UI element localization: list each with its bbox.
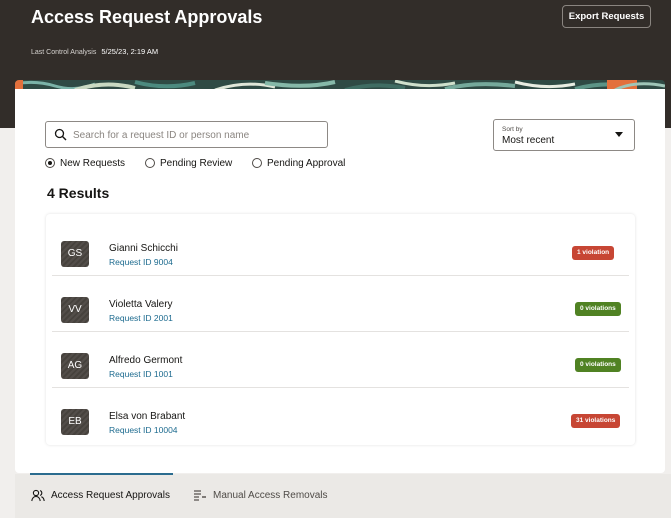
active-tab-indicator bbox=[30, 473, 173, 475]
violation-badge: 31 violations bbox=[571, 414, 621, 428]
request-row[interactable]: GS Gianni Schicchi Request ID 9004 1 vio… bbox=[46, 220, 635, 276]
filter-new-requests[interactable]: New Requests bbox=[45, 156, 125, 170]
requester-name: Violetta Valery bbox=[109, 299, 173, 310]
search-icon bbox=[54, 128, 67, 141]
tab-access-request-approvals[interactable]: Access Request Approvals bbox=[31, 487, 170, 503]
results-count: 4 Results bbox=[47, 185, 110, 201]
violation-badge: 1 violation bbox=[572, 246, 615, 260]
page-title: Access Request Approvals bbox=[31, 7, 263, 27]
avatar: AG bbox=[61, 353, 89, 379]
export-requests-button[interactable]: Export Requests bbox=[562, 5, 651, 28]
request-id-link[interactable]: Request ID 1001 bbox=[109, 369, 173, 379]
request-list: GS Gianni Schicchi Request ID 9004 1 vio… bbox=[46, 214, 635, 445]
request-row[interactable]: VV Violetta Valery Request ID 2001 0 vio… bbox=[46, 276, 635, 332]
request-id-link[interactable]: Request ID 10004 bbox=[109, 425, 178, 435]
filter-label: New Requests bbox=[60, 157, 126, 169]
avatar: GS bbox=[61, 241, 89, 267]
request-id-link[interactable]: Request ID 9004 bbox=[109, 257, 173, 267]
last-analysis-value: 5/25/23, 2:19 AM bbox=[101, 47, 159, 56]
search-input[interactable] bbox=[73, 126, 323, 144]
radio-unselected-icon[interactable] bbox=[252, 158, 262, 168]
filter-pending-approval[interactable]: Pending Approval bbox=[252, 156, 345, 170]
request-row[interactable]: EB Elsa von Brabant Request ID 10004 31 … bbox=[46, 388, 635, 444]
tab-label: Access Request Approvals bbox=[51, 489, 170, 501]
sort-select[interactable]: Sort by Most recent bbox=[493, 119, 635, 151]
tab-label: Manual Access Removals bbox=[213, 489, 328, 501]
tab-manual-access-removals[interactable]: Manual Access Removals bbox=[193, 487, 328, 503]
radio-selected-icon[interactable] bbox=[45, 158, 55, 168]
request-row[interactable]: AG Alfredo Germont Request ID 1001 0 vio… bbox=[46, 332, 635, 388]
filter-label: Pending Approval bbox=[267, 157, 346, 169]
last-analysis-label: Last Control Analysis bbox=[31, 49, 97, 56]
chevron-down-icon bbox=[615, 132, 623, 137]
search-box[interactable] bbox=[45, 121, 328, 148]
violation-badge: 0 violations bbox=[575, 302, 621, 316]
request-id-link[interactable]: Request ID 2001 bbox=[109, 313, 173, 323]
filter-label: Pending Review bbox=[160, 157, 233, 169]
violation-badge: 0 violations bbox=[575, 358, 621, 372]
avatar: EB bbox=[61, 409, 89, 435]
users-icon bbox=[31, 489, 45, 501]
avatar: VV bbox=[61, 297, 89, 323]
requester-name: Elsa von Brabant bbox=[109, 411, 186, 422]
sort-label: Sort by bbox=[502, 126, 523, 133]
requester-name: Gianni Schicchi bbox=[109, 243, 178, 254]
filter-pending-review[interactable]: Pending Review bbox=[145, 156, 232, 170]
requester-name: Alfredo Germont bbox=[109, 355, 183, 366]
list-remove-icon bbox=[194, 490, 206, 501]
sort-value: Most recent bbox=[502, 135, 555, 146]
last-control-analysis: Last Control Analysis 5/25/23, 2:19 AM bbox=[31, 47, 158, 56]
radio-unselected-icon[interactable] bbox=[145, 158, 155, 168]
